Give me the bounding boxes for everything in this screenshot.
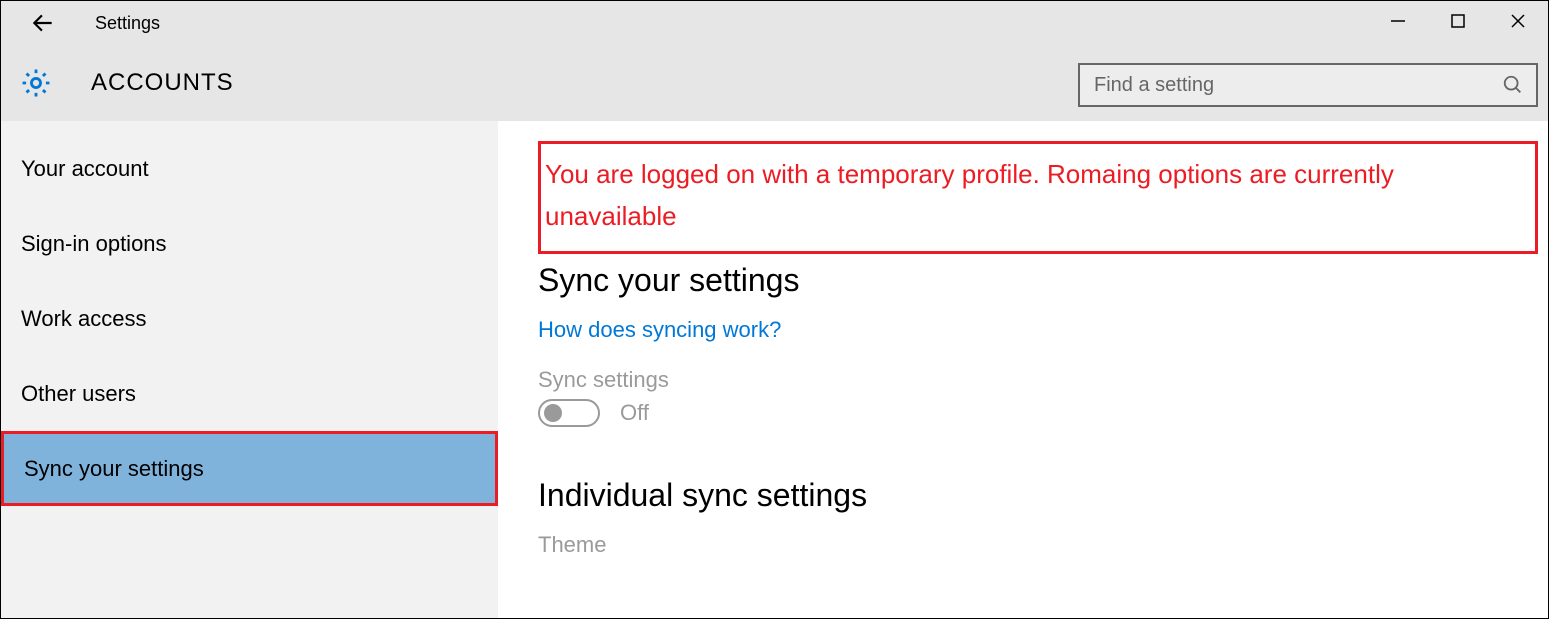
sidebar: Your account Sign-in options Work access… (1, 121, 498, 618)
sidebar-item-your-account[interactable]: Your account (1, 131, 498, 206)
sidebar-item-sign-in-options[interactable]: Sign-in options (1, 206, 498, 281)
temporary-profile-warning: You are logged on with a temporary profi… (538, 141, 1538, 254)
sidebar-item-work-access[interactable]: Work access (1, 281, 498, 356)
search-icon (1502, 74, 1524, 96)
minimize-button[interactable] (1368, 1, 1428, 41)
sync-settings-toggle[interactable] (538, 399, 600, 427)
sync-settings-toggle-state: Off (620, 400, 649, 426)
header-bar: Settings ACCOUNTS (1, 1, 1548, 121)
sidebar-item-other-users[interactable]: Other users (1, 356, 498, 431)
minimize-icon (1390, 13, 1406, 29)
search-box[interactable] (1078, 63, 1538, 107)
label-theme: Theme (538, 532, 1538, 558)
window-title: Settings (95, 13, 160, 34)
page-title: ACCOUNTS (91, 69, 234, 97)
back-button[interactable] (21, 1, 65, 45)
maximize-button[interactable] (1428, 1, 1488, 41)
content-pane: You are logged on with a temporary profi… (498, 121, 1548, 618)
label-sync-settings: Sync settings (538, 367, 1538, 393)
sidebar-item-label: Other users (21, 381, 136, 407)
gear-icon (19, 66, 53, 100)
body-split: Your account Sign-in options Work access… (1, 121, 1548, 618)
close-icon (1510, 13, 1526, 29)
settings-window: Settings ACCOUNTS (0, 0, 1549, 619)
sidebar-item-label: Sync your settings (24, 456, 204, 482)
header-section-row: ACCOUNTS (1, 45, 1548, 121)
search-input[interactable] (1092, 73, 1502, 98)
maximize-icon (1451, 14, 1465, 28)
sidebar-item-label: Your account (21, 156, 149, 182)
arrow-left-icon (30, 10, 56, 36)
sidebar-item-label: Sign-in options (21, 231, 167, 257)
close-button[interactable] (1488, 1, 1548, 41)
toggle-knob (544, 404, 562, 422)
link-how-does-syncing-work[interactable]: How does syncing work? (538, 317, 781, 343)
sidebar-item-sync-your-settings[interactable]: Sync your settings (1, 431, 498, 506)
heading-sync-your-settings: Sync your settings (538, 262, 1538, 299)
title-bar: Settings (1, 1, 1548, 45)
sidebar-item-label: Work access (21, 306, 147, 332)
window-controls (1368, 1, 1548, 41)
sync-settings-toggle-row: Off (538, 399, 1538, 427)
heading-individual-sync-settings: Individual sync settings (538, 477, 1538, 514)
